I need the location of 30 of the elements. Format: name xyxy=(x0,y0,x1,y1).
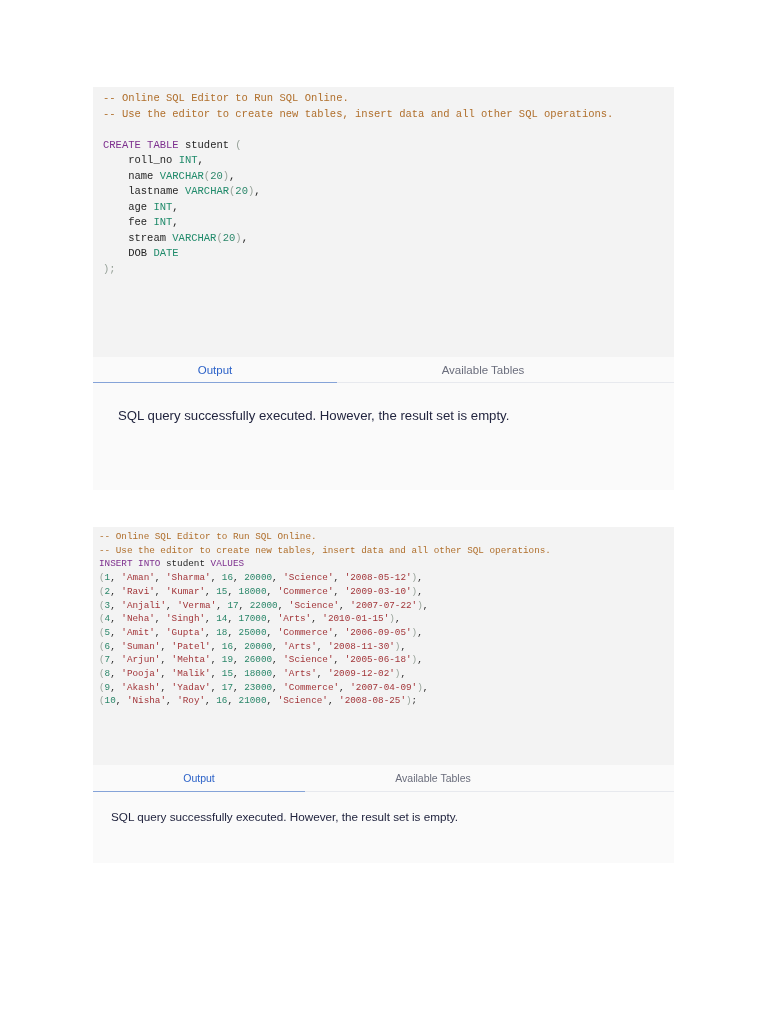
code-line: -- Use the editor to create new tables, insert data and all other SQL operations. xyxy=(103,106,614,122)
tab[interactable]: Available Tables xyxy=(305,765,561,792)
code-line: -- Online SQL Editor to Run SQL Online. xyxy=(103,91,349,106)
code-line: (9, 'Akash', 'Yadav', 17, 23000, 'Commerce', '2007-04-09'), xyxy=(99,680,429,695)
code-line: (7, 'Arjun', 'Mehta', 19, 26000, 'Science', '2005-06-18'), xyxy=(99,653,423,668)
result-message: SQL query successfully executed. However, the result set is empty. xyxy=(111,810,458,823)
code-line: DOB DATE xyxy=(128,246,179,261)
code-line: -- Online SQL Editor to Run SQL Online. xyxy=(99,530,317,544)
code-line: (5, 'Amit', 'Gupta', 18, 25000, 'Commerce', '2006-09-05'), xyxy=(99,625,423,640)
code-line: (4, 'Neha', 'Singh', 14, 17000, 'Arts', '2010-01-15'), xyxy=(99,612,401,626)
code-line: CREATE TABLE student ( xyxy=(103,137,242,153)
code-line: roll_no INT, xyxy=(128,153,204,168)
code-line: (1, 'Aman', 'Sharma', 16, 20000, 'Science', '2008-05-12'), xyxy=(99,571,423,585)
code-line: fee INT, xyxy=(128,215,179,230)
code-line: name VARCHAR(20), xyxy=(128,168,236,184)
code-line: age INT, xyxy=(128,199,179,215)
code-line: ); xyxy=(103,261,116,277)
code-line: stream VARCHAR(20), xyxy=(128,230,248,246)
code-line: INSERT INTO student VALUES xyxy=(99,557,245,572)
tab[interactable]: Available Tables xyxy=(337,357,629,383)
result-message: SQL query successfully executed. However, the result set is empty. xyxy=(118,408,510,423)
code-line: (10, 'Nisha', 'Roy', 16, 21000, 'Science', '2008-08-25'); xyxy=(99,694,418,709)
code-line: lastname VARCHAR(20), xyxy=(128,184,261,199)
code-line: (3, 'Anjali', 'Verma', 17, 22000, 'Science', '2007-07-22'), xyxy=(99,598,429,613)
code-line: -- Use the editor to create new tables, insert data and all other SQL operations. xyxy=(99,543,551,558)
tab[interactable]: Output xyxy=(93,765,305,792)
code-line: (6, 'Suman', 'Patel', 16, 20000, 'Arts', '2008-11-30'), xyxy=(99,639,407,654)
code-line: (8, 'Pooja', 'Malik', 15, 18000, 'Arts', '2009-12-02'), xyxy=(99,667,407,681)
code-line: (2, 'Ravi', 'Kumar', 15, 18000, 'Commerce', '2009-03-10'), xyxy=(99,584,423,599)
tab[interactable]: Output xyxy=(93,357,337,383)
